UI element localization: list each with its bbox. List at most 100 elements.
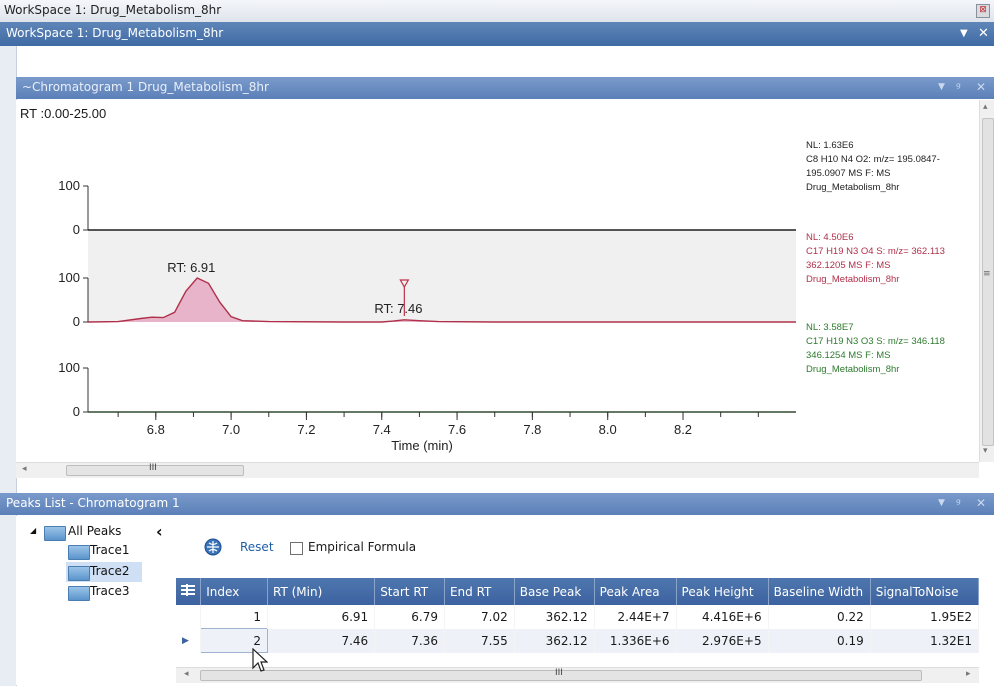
vertical-grip-icon: ≡ <box>983 269 991 279</box>
legend-line: NL: 1.63E6 <box>806 140 854 151</box>
empirical-formula-checkbox[interactable] <box>290 542 303 555</box>
chromatogram-panel-header: ~Chromatogram 1 Drug_Metabolism_8hr ▼ ᵍ … <box>16 77 994 99</box>
cell-peak-height[interactable]: 2.976E+5 <box>676 628 769 653</box>
cell-base-peak[interactable]: 362.12 <box>514 605 595 629</box>
column-header-baseline-width[interactable]: Baseline Width <box>768 578 871 605</box>
cell-end-rt[interactable]: 7.02 <box>444 605 515 629</box>
table-header-row: Index RT (Min) Start RT End RT Base Peak… <box>176 578 980 605</box>
peaks-panel-title: Peaks List - Chromatogram 1 <box>6 496 180 510</box>
workspace-dropdown-icon[interactable]: ▼ <box>960 28 968 39</box>
scroll-left-icon[interactable]: ◂ <box>184 669 189 679</box>
folder-icon <box>44 526 66 541</box>
scroll-down-icon[interactable]: ▾ <box>983 446 988 456</box>
chromatogram-close-icon[interactable]: ✕ <box>976 80 986 94</box>
chart-horizontal-scrollbar[interactable]: ◂ III <box>16 462 979 478</box>
cell-peak-area[interactable]: 2.44E+7 <box>594 605 677 629</box>
scroll-left-icon[interactable]: ◂ <box>22 464 27 474</box>
column-header-peak-height[interactable]: Peak Height <box>676 578 769 605</box>
reset-globe-icon[interactable] <box>204 538 222 556</box>
column-chooser-icon[interactable] <box>176 578 202 605</box>
reset-button[interactable]: Reset <box>240 540 274 554</box>
legend-line: C17 H19 N3 O4 S: m/z= 362.113 <box>806 246 945 257</box>
column-header-peak-area[interactable]: Peak Area <box>594 578 677 605</box>
folder-icon <box>68 586 90 601</box>
legend-line: 346.1254 MS F: MS <box>806 350 890 361</box>
chromatogram-panel-title: ~Chromatogram 1 Drug_Metabolism_8hr <box>22 80 269 94</box>
chart-vertical-scrollbar[interactable]: ▴ ≡ ▾ <box>979 100 994 462</box>
cell-peak-height[interactable]: 4.416E+6 <box>676 605 769 629</box>
cell-peak-area[interactable]: 1.336E+6 <box>594 628 677 653</box>
window-close-icon[interactable]: ⊠ <box>976 4 990 18</box>
tree-item-trace3[interactable]: Trace3 <box>90 584 129 598</box>
column-header-rt[interactable]: RT (Min) <box>267 578 376 605</box>
collapse-icon[interactable]: ◢ <box>30 526 36 535</box>
legend-line: NL: 4.50E6 <box>806 232 854 243</box>
cell-end-rt[interactable]: 7.55 <box>444 628 515 653</box>
tree-item-trace1[interactable]: Trace1 <box>90 543 129 557</box>
legend-line: 195.0907 MS F: MS <box>806 168 890 179</box>
horizontal-grip-icon: III <box>555 668 563 678</box>
tree-root-all-peaks[interactable]: All Peaks <box>68 524 121 538</box>
window-title: WorkSpace 1: Drug_Metabolism_8hr <box>4 3 222 17</box>
legend-line: C8 H10 N4 O2: m/z= 195.0847- <box>806 154 940 165</box>
workspace-close-icon[interactable]: ✕ <box>978 26 989 41</box>
x-tick-label: 7.8 <box>523 422 541 437</box>
x-tick-label: 7.2 <box>297 422 315 437</box>
column-header-end-rt[interactable]: End RT <box>444 578 515 605</box>
collapse-tree-icon[interactable]: ‹ <box>156 522 163 541</box>
x-axis-label: Time (min) <box>391 438 453 453</box>
cell-base-peak[interactable]: 362.12 <box>514 628 595 653</box>
x-tick-label: 8.2 <box>674 422 692 437</box>
y-tick-label: 0 <box>73 314 80 329</box>
x-tick-label: 7.6 <box>448 422 466 437</box>
row-indicator <box>176 605 202 629</box>
tree-item-trace2[interactable]: Trace2 <box>90 564 129 578</box>
table-row[interactable]: 1 6.91 6.79 7.02 362.12 2.44E+7 4.416E+6… <box>176 605 980 629</box>
chromatogram-plot-area[interactable]: RT :0.00-25.00 100 0 NL: 1.63E6 C8 H10 N4 O… <box>16 100 978 462</box>
y-tick-label: 100 <box>58 360 80 375</box>
cell-start-rt[interactable]: 6.79 <box>374 605 445 629</box>
x-tick-label: 6.8 <box>147 422 165 437</box>
cell-baseline-width[interactable]: 0.19 <box>768 628 871 653</box>
window-titlebar: WorkSpace 1: Drug_Metabolism_8hr ⊠ <box>0 0 994 23</box>
legend-line: Drug_Metabolism_8hr <box>806 182 899 193</box>
horizontal-scroll-thumb[interactable]: III <box>66 463 244 476</box>
x-tick-label: 7.0 <box>222 422 240 437</box>
table-scroll-thumb[interactable]: III <box>200 668 922 681</box>
chromatogram-dropdown-icon[interactable]: ▼ <box>938 82 945 92</box>
legend-line: C17 H19 N3 O3 S: m/z= 346.118 <box>806 336 945 347</box>
column-header-start-rt[interactable]: Start RT <box>374 578 445 605</box>
column-header-index[interactable]: Index <box>200 578 268 605</box>
cell-rt[interactable]: 6.91 <box>267 605 376 629</box>
cell-start-rt[interactable]: 7.36 <box>374 628 445 653</box>
legend-line: NL: 3.58E7 <box>806 322 854 333</box>
table-row[interactable]: ▶ 2 7.46 7.36 7.55 362.12 1.336E+6 2.976… <box>176 628 980 653</box>
vertical-scroll-thumb[interactable]: ≡ <box>982 118 994 446</box>
mouse-cursor-icon <box>252 648 268 672</box>
cell-signal-to-noise[interactable]: 1.32E1 <box>870 628 980 653</box>
y-tick-label: 0 <box>73 222 80 237</box>
peak-label-1: RT: 6.91 <box>167 260 215 275</box>
chromatogram-pin-icon[interactable]: ᵍ <box>956 80 961 94</box>
column-header-base-peak[interactable]: Base Peak <box>514 578 595 605</box>
table-horizontal-scrollbar[interactable]: ◂ III ▸ <box>176 667 979 683</box>
x-tick-label: 8.0 <box>599 422 617 437</box>
peaks-close-icon[interactable]: ✕ <box>976 496 986 510</box>
peaks-tree: ◢ All Peaks ‹ Trace1 Trace2 Trace3 <box>16 516 176 685</box>
peaks-dropdown-icon[interactable]: ▼ <box>938 498 945 508</box>
x-tick-label: 7.4 <box>373 422 391 437</box>
peaks-pin-icon[interactable]: ᵍ <box>956 496 961 510</box>
legend-line: Drug_Metabolism_8hr <box>806 274 899 285</box>
scroll-up-icon[interactable]: ▴ <box>983 102 988 112</box>
table-right-gutter <box>979 516 994 685</box>
y-tick-label: 100 <box>58 178 80 193</box>
cell-signal-to-noise[interactable]: 1.95E2 <box>870 605 980 629</box>
cell-baseline-width[interactable]: 0.22 <box>768 605 871 629</box>
left-dock-strip <box>0 46 17 686</box>
cell-rt[interactable]: 7.46 <box>267 628 376 653</box>
y-tick-label: 0 <box>73 404 80 419</box>
cell-index[interactable]: 1 <box>200 605 268 629</box>
scroll-right-icon[interactable]: ▸ <box>966 669 971 679</box>
column-header-signal-to-noise[interactable]: SignalToNoise <box>870 578 980 605</box>
chromatogram-svg: 100 0 NL: 1.63E6 C8 H10 N4 O2: m/z= 195.084… <box>58 140 945 453</box>
